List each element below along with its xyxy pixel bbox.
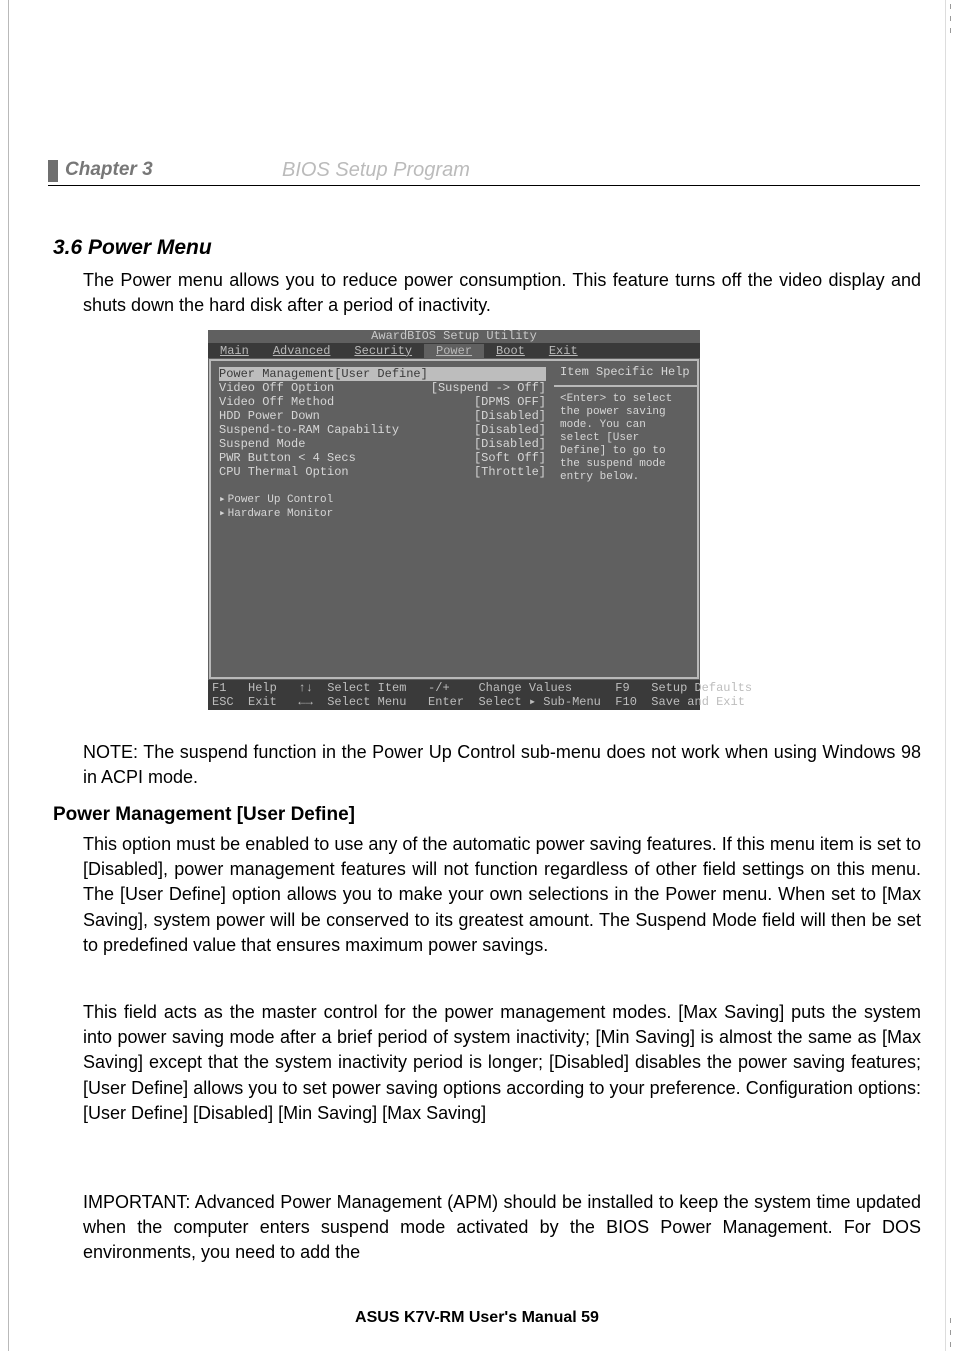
bios-legend-row: F1 Help ↑↓ Select Item -/+ Change Values… xyxy=(212,681,696,695)
bleed-tick xyxy=(950,4,951,9)
bios-submenu: Power Up Control xyxy=(219,493,546,507)
field-body: IMPORTANT: Advanced Power Management (AP… xyxy=(83,1190,921,1266)
bios-tabs: Main Advanced Security Power Boot Exit xyxy=(208,343,700,358)
bios-row-key: Video Off Method xyxy=(219,395,334,409)
page-footer: ASUS K7V-RM User's Manual 59 xyxy=(0,1309,954,1327)
field-title: Power Management [User Define] xyxy=(53,804,921,826)
bios-row-val: [DPMS OFF] xyxy=(474,395,546,409)
field-body: This option must be enabled to use any o… xyxy=(83,832,921,958)
bios-row-val: [Soft Off] xyxy=(474,451,546,465)
bios-row-val: [Suspend -> Off] xyxy=(431,381,546,395)
bleed-tick xyxy=(950,1342,951,1347)
bleed-tick xyxy=(950,28,951,33)
bios-help-title: Item Specific Help xyxy=(554,359,699,387)
bios-row-key: CPU Thermal Option xyxy=(219,465,349,479)
field-block: This field acts as the master control fo… xyxy=(53,1000,921,1126)
bios-tab-exit: Exit xyxy=(537,344,590,358)
bios-row-val: [User Define] xyxy=(334,367,428,381)
note-text: NOTE: The suspend function in the Power … xyxy=(83,740,921,790)
bios-row-key: Power Management xyxy=(219,367,334,381)
bios-row-key: Suspend Mode xyxy=(219,437,305,451)
bios-submenu-label: Power Up Control xyxy=(219,493,333,507)
bios-row-key: HDD Power Down xyxy=(219,409,320,423)
bios-row: Suspend-to-RAM Capability [Disabled] xyxy=(219,423,546,437)
bios-row: CPU Thermal Option [Throttle] xyxy=(219,465,546,479)
bios-legend-row: ESC Exit ←→ Select Menu Enter Select ▸ S… xyxy=(212,695,696,709)
bios-tab-security: Security xyxy=(342,344,424,358)
chapter-label: Chapter 3 xyxy=(65,159,153,181)
bios-tab-main: Main xyxy=(208,344,261,358)
bios-row: Suspend Mode [Disabled] xyxy=(219,437,546,451)
bios-right-pane: Item Specific Help <Enter> to select the… xyxy=(554,359,699,679)
bios-submenu: Hardware Monitor xyxy=(219,507,546,521)
bios-row: PWR Button < 4 Secs [Soft Off] xyxy=(219,451,546,465)
bios-body: Power Management[User Define] Video Off … xyxy=(208,358,700,680)
bios-row-key: PWR Button < 4 Secs xyxy=(219,451,356,465)
bios-row: Video Off Option [Suspend -> Off] xyxy=(219,381,546,395)
bleed-tick xyxy=(950,16,951,21)
bios-row: Video Off Method [DPMS OFF] xyxy=(219,395,546,409)
bios-row-val: [Disabled] xyxy=(474,409,546,423)
subtitle-label: BIOS Setup Program xyxy=(282,159,470,182)
bios-tab-advanced: Advanced xyxy=(261,344,343,358)
bios-help-body: <Enter> to select the power saving mode.… xyxy=(554,387,699,679)
bios-row: Power Management[User Define] xyxy=(219,367,546,381)
bios-submenu-label: Hardware Monitor xyxy=(219,507,333,521)
section-intro: The Power menu allows you to reduce powe… xyxy=(83,268,921,318)
bios-row-val: [Throttle] xyxy=(474,465,546,479)
bios-screenshot: AwardBIOS Setup Utility Main Advanced Se… xyxy=(208,330,700,716)
bios-tab-power: Power xyxy=(424,344,484,358)
bios-row-key: Suspend-to-RAM Capability xyxy=(219,423,399,437)
header-rule xyxy=(48,185,920,186)
bios-title: AwardBIOS Setup Utility xyxy=(208,330,700,343)
spacer xyxy=(219,479,546,493)
page-border-left xyxy=(8,0,9,1351)
header-ornament xyxy=(48,160,58,182)
bios-row-val: [Disabled] xyxy=(474,423,546,437)
bios-legend: F1 Help ↑↓ Select Item -/+ Change Values… xyxy=(208,680,700,710)
bios-left-pane: Power Management[User Define] Video Off … xyxy=(209,359,554,679)
bios-row-val: [Disabled] xyxy=(474,437,546,451)
bios-row-key: Video Off Option xyxy=(219,381,334,395)
section-heading: 3.6 Power Menu xyxy=(53,236,212,260)
bios-tab-boot: Boot xyxy=(484,344,537,358)
bios-row: HDD Power Down [Disabled] xyxy=(219,409,546,423)
bleed-tick xyxy=(950,1330,951,1335)
field-block: IMPORTANT: Advanced Power Management (AP… xyxy=(53,1190,921,1266)
page-border-right xyxy=(945,0,946,1351)
field-body: This field acts as the master control fo… xyxy=(83,1000,921,1126)
field-block: Power Management [User Define] This opti… xyxy=(53,804,921,958)
